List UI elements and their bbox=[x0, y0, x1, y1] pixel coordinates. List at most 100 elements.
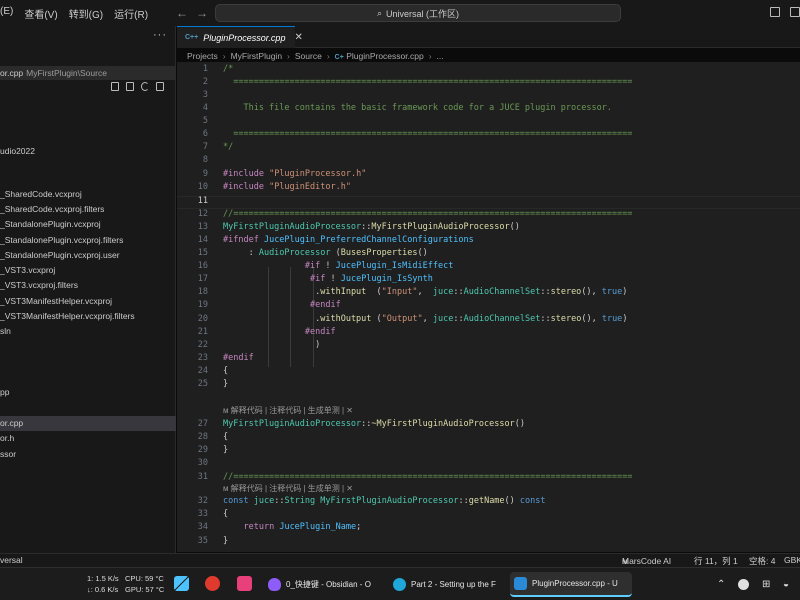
breadcrumb-item[interactable]: MyFirstPlugin bbox=[231, 51, 282, 61]
line-number: 33 bbox=[197, 509, 208, 519]
line-number: 4 bbox=[202, 103, 208, 113]
new-folder-icon[interactable] bbox=[126, 82, 134, 91]
open-editor-item[interactable]: or.cpp MyFirstPlugin\Source bbox=[0, 66, 176, 80]
tree-item[interactable]: _StandalonePlugin.vcxproj.user bbox=[0, 248, 120, 263]
current-line-highlight bbox=[177, 196, 800, 209]
code-line: } bbox=[223, 536, 229, 546]
tree-item[interactable]: pp bbox=[0, 385, 9, 400]
status-cursor-position[interactable]: 行 11，列 1 bbox=[694, 555, 738, 567]
cpu-temp: CPU: 59 °C bbox=[125, 574, 164, 583]
forward-arrow-icon[interactable]: → bbox=[196, 6, 208, 20]
tree-item[interactable]: _VST3ManifestHelper.vcxproj bbox=[0, 294, 112, 309]
codelens[interactable]: ᴍ 解释代码 | 注释代码 | 生成单测 | ✕ bbox=[223, 483, 353, 494]
menu-edit[interactable]: (E) bbox=[0, 6, 13, 21]
tree-item[interactable]: _VST3.vcxproj.filters bbox=[0, 278, 78, 293]
refresh-icon[interactable] bbox=[141, 82, 149, 91]
taskbar-obsidian[interactable]: 0_快捷键 - Obsidian - O bbox=[264, 572, 382, 597]
menu-run[interactable]: 运行(R) bbox=[114, 6, 148, 21]
net-download: ↓: 0.6 K/s bbox=[87, 585, 119, 594]
code-line: ========================================… bbox=[223, 129, 633, 139]
line-number: 14 bbox=[197, 235, 208, 245]
app-icon[interactable] bbox=[237, 576, 252, 591]
taskbar-edge[interactable]: Part 2 - Setting up the F bbox=[389, 572, 507, 597]
toggle-panel-icon[interactable] bbox=[790, 7, 800, 17]
toggle-sidebar-icon[interactable] bbox=[770, 7, 780, 17]
line-number: 22 bbox=[197, 340, 208, 350]
line-number: 30 bbox=[197, 458, 208, 468]
cpp-file-icon: C++ bbox=[185, 34, 199, 41]
search-app-icon[interactable] bbox=[205, 576, 220, 591]
tree-item[interactable]: ssor bbox=[0, 447, 16, 462]
breadcrumb-item[interactable]: Projects bbox=[187, 51, 218, 61]
status-bar: versal ᴍ MarsCode AI 行 11，列 1 空格: 4 GBK bbox=[0, 553, 800, 567]
breadcrumb-item[interactable]: ... bbox=[437, 51, 444, 61]
tree-item[interactable]: sln bbox=[0, 324, 11, 339]
code-line: { bbox=[223, 366, 229, 376]
menu-goto[interactable]: 转到(G) bbox=[69, 6, 103, 21]
breadcrumb-item[interactable]: Source bbox=[295, 51, 322, 61]
line-number: 25 bbox=[197, 379, 208, 389]
chevron-right-icon: › bbox=[326, 51, 330, 61]
breadcrumb: Projects › MyFirstPlugin › Source › C+ Plug… bbox=[187, 51, 444, 61]
chevron-up-icon[interactable]: ⌃ bbox=[717, 579, 725, 590]
tree-item[interactable]: _VST3ManifestHelper.vcxproj.filters bbox=[0, 309, 135, 324]
code-editor[interactable]: 1 2 3 4 5 6 7 8 9 10 11 12 13 14 15 16 1… bbox=[177, 62, 800, 552]
line-number: 8 bbox=[202, 155, 208, 165]
code-line: //======================================… bbox=[223, 209, 633, 219]
marscode-icon: ᴍ bbox=[223, 484, 229, 493]
tray-app-icon[interactable] bbox=[738, 579, 749, 590]
codelens[interactable]: ᴍ 解释代码 | 注释代码 | 生成单测 | ✕ bbox=[223, 405, 353, 416]
code-line: This file contains the basic framework c… bbox=[223, 103, 612, 113]
line-number: 9 bbox=[202, 169, 208, 179]
line-number: 34 bbox=[197, 522, 208, 532]
code-line: : AudioProcessor (BusesProperties() bbox=[223, 248, 428, 258]
breadcrumb-item[interactable]: C+ PluginProcessor.cpp bbox=[335, 51, 424, 61]
code-line: #if ! JucePlugin_IsMidiEffect bbox=[304, 261, 454, 271]
menu-view[interactable]: 查看(V) bbox=[24, 6, 57, 21]
line-number: 12 bbox=[197, 209, 208, 219]
code-line: #endif bbox=[223, 353, 254, 363]
line-number: 15 bbox=[197, 248, 208, 258]
more-actions-icon[interactable]: ··· bbox=[153, 29, 167, 41]
taskbar-vscode[interactable]: PluginProcessor.cpp - U bbox=[510, 572, 632, 597]
windows-start-icon[interactable] bbox=[174, 576, 189, 591]
line-number: 35 bbox=[197, 536, 208, 546]
tab-plugin-processor[interactable]: C++ PluginProcessor.cpp ✕ bbox=[177, 26, 303, 48]
code-line: { bbox=[223, 509, 229, 519]
marscode-icon: ᴍ bbox=[223, 406, 229, 415]
code-line: /* bbox=[223, 64, 234, 74]
status-encoding[interactable]: GBK bbox=[784, 555, 800, 565]
new-file-icon[interactable] bbox=[111, 82, 119, 91]
code-line: #include "PluginEditor.h" bbox=[223, 182, 351, 192]
code-line: ) bbox=[223, 340, 321, 350]
tree-item[interactable]: or.h bbox=[0, 431, 14, 446]
tab-label: PluginProcessor.cpp bbox=[203, 32, 286, 43]
status-indentation[interactable]: 空格: 4 bbox=[749, 555, 775, 567]
search-icon: ⌕ bbox=[376, 7, 383, 18]
tree-item[interactable]: _StandalonePlugin.vcxproj bbox=[0, 217, 101, 232]
task-label: Part 2 - Setting up the F bbox=[411, 580, 496, 589]
status-workspace[interactable]: versal bbox=[0, 555, 23, 565]
tree-item-selected[interactable]: or.cpp bbox=[0, 416, 176, 431]
close-icon[interactable]: ✕ bbox=[294, 32, 302, 43]
line-number: 3 bbox=[202, 90, 208, 100]
title-bar: (E) 查看(V) 转到(G) 运行(R) ← → ⌕ Universal (工… bbox=[0, 0, 800, 26]
line-number: 2 bbox=[202, 77, 208, 87]
open-editor-path: MyFirstPlugin\Source bbox=[26, 68, 107, 78]
back-arrow-icon[interactable]: ← bbox=[176, 6, 188, 20]
command-center-search[interactable]: ⌕ Universal (工作区) bbox=[215, 4, 621, 22]
tree-item[interactable]: _StandalonePlugin.vcxproj.filters bbox=[0, 233, 123, 248]
wifi-icon[interactable]: ◒ bbox=[783, 579, 789, 590]
obsidian-icon bbox=[268, 578, 281, 591]
line-number: 24 bbox=[197, 366, 208, 376]
line-number: 11 bbox=[197, 196, 208, 206]
tray-icon[interactable]: ⊞ bbox=[762, 579, 770, 590]
tree-item[interactable]: _VST3.vcxproj bbox=[0, 263, 55, 278]
code-line: */ bbox=[223, 142, 234, 152]
code-line: #if ! JucePlugin_IsSynth bbox=[310, 274, 433, 284]
tree-item[interactable]: udio2022 bbox=[0, 144, 35, 159]
tree-item[interactable]: _SharedCode.vcxproj.filters bbox=[0, 202, 104, 217]
chevron-right-icon: › bbox=[222, 51, 226, 61]
tree-item[interactable]: _SharedCode.vcxproj bbox=[0, 187, 82, 202]
collapse-all-icon[interactable] bbox=[156, 82, 164, 91]
